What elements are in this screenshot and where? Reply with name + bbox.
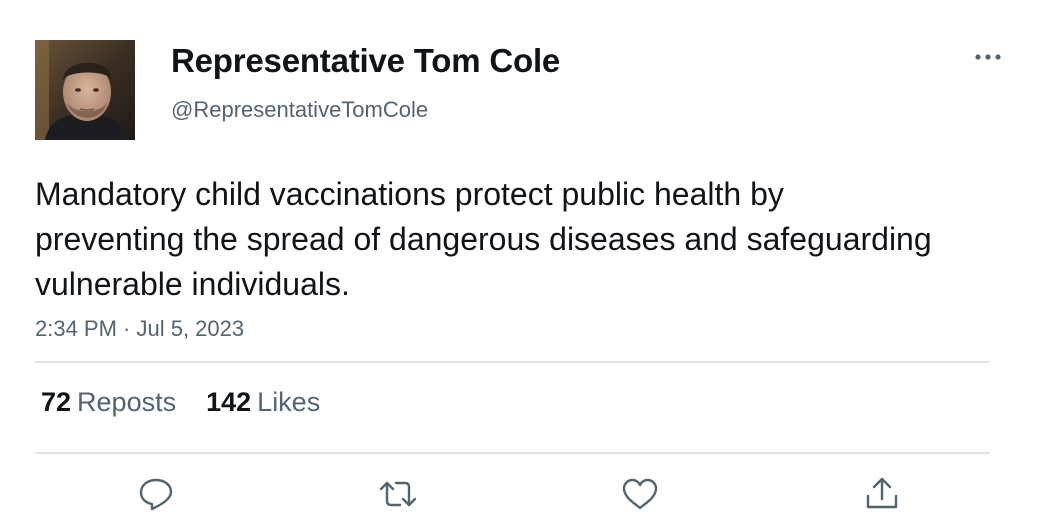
- repost-icon: [379, 481, 417, 507]
- engagement-stats: 72 Reposts 142 Likes: [41, 387, 350, 418]
- reply-icon: [139, 478, 173, 511]
- likes-stat[interactable]: 142 Likes: [206, 387, 320, 418]
- divider-bottom: [35, 452, 990, 454]
- tweet-card: Representative Tom Cole @RepresentativeT…: [0, 0, 1050, 525]
- divider-top: [35, 361, 990, 363]
- tweet-text: Mandatory child vaccinations protect pub…: [35, 176, 932, 302]
- heart-icon: [622, 478, 658, 510]
- share-icon: [866, 477, 898, 509]
- more-options-button[interactable]: [966, 44, 1010, 70]
- tweet-timestamp[interactable]: 2:34 PM · Jul 5, 2023: [35, 316, 244, 342]
- share-button[interactable]: [860, 474, 904, 514]
- repost-button[interactable]: [376, 474, 420, 514]
- author-handle[interactable]: @RepresentativeTomCole: [171, 97, 428, 123]
- reposts-count: 72: [41, 387, 72, 417]
- reposts-stat[interactable]: 72 Reposts: [41, 387, 176, 418]
- avatar-photo: [35, 40, 135, 140]
- likes-count: 142: [206, 387, 252, 417]
- likes-label: Likes: [257, 387, 321, 417]
- more-dots-icon: [975, 54, 1001, 60]
- like-button[interactable]: [618, 474, 662, 514]
- author-display-name[interactable]: Representative Tom Cole: [171, 42, 560, 80]
- reposts-label: Reposts: [77, 387, 177, 417]
- avatar[interactable]: [35, 40, 135, 140]
- reply-button[interactable]: [134, 474, 178, 514]
